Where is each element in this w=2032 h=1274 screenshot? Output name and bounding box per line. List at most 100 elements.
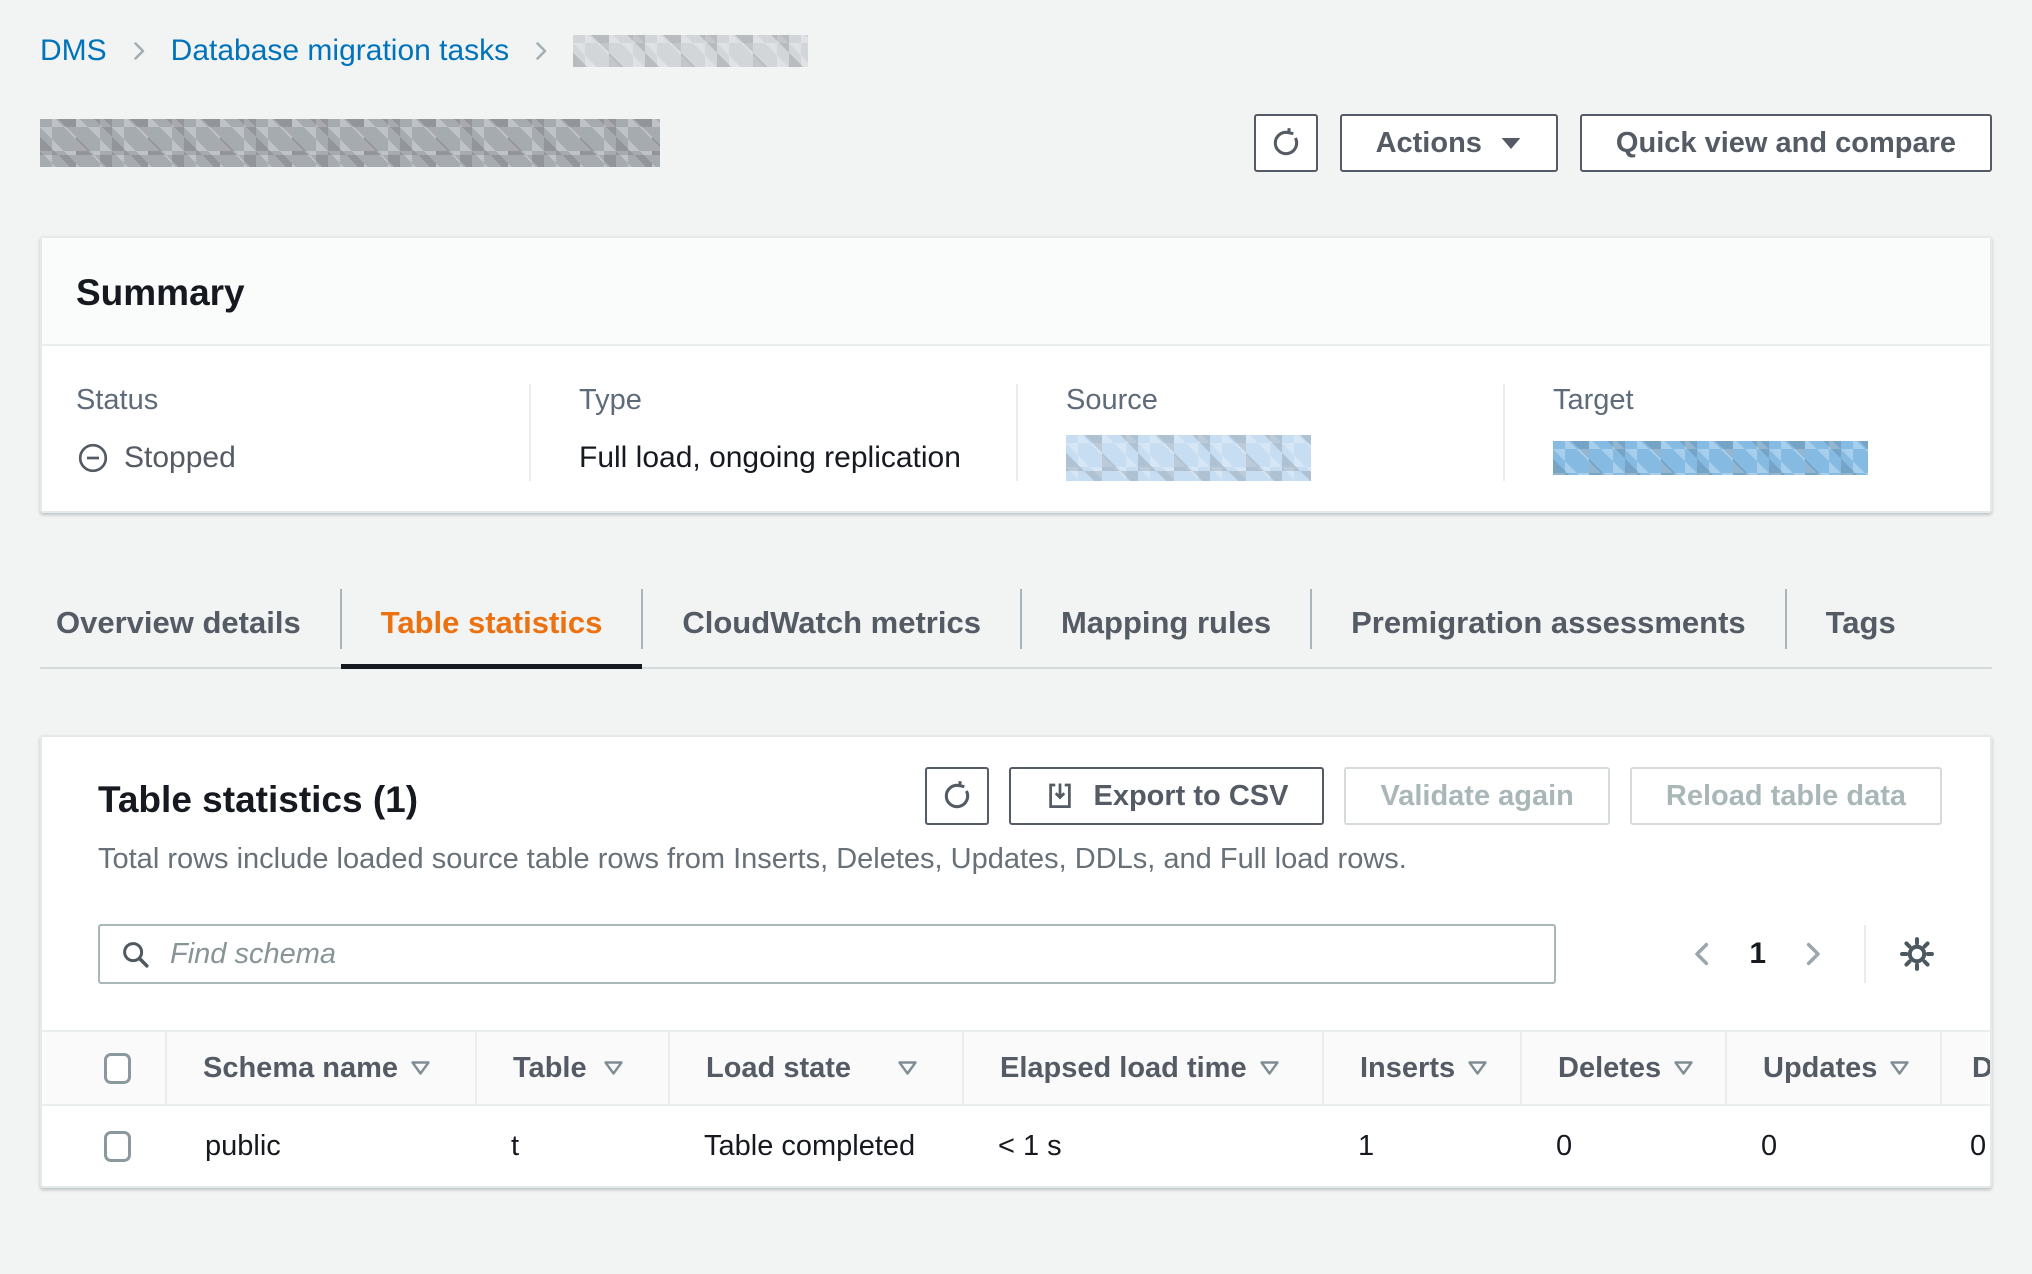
column-label: Updates bbox=[1763, 1052, 1877, 1085]
summary-title: Summary bbox=[76, 272, 1956, 314]
target-field: Target bbox=[1503, 384, 1990, 481]
cell-inserts: 1 bbox=[1322, 1130, 1520, 1163]
refresh-icon bbox=[1270, 127, 1302, 159]
column-label: Table bbox=[513, 1052, 587, 1085]
header-toolbar: Actions Quick view and compare bbox=[1254, 114, 1992, 172]
task-detail-tabs: Overview details Table statistics CloudW… bbox=[40, 585, 1992, 669]
breadcrumb-link-dms[interactable]: DMS bbox=[40, 34, 107, 68]
source-label: Source bbox=[1066, 384, 1479, 417]
sort-icon[interactable] bbox=[410, 1060, 431, 1076]
status-label: Status bbox=[76, 384, 505, 417]
status-value-text: Stopped bbox=[124, 441, 236, 475]
column-header-elapsed-load-time[interactable]: Elapsed load time bbox=[962, 1032, 1322, 1104]
table-statistics-panel: Table statistics (1) Export to CSV bbox=[40, 735, 1992, 1188]
tab-overview-details[interactable]: Overview details bbox=[40, 585, 341, 667]
summary-fields: Status Stopped Type Full load, ongoing r… bbox=[42, 346, 1990, 511]
page-header: Actions Quick view and compare bbox=[40, 114, 1992, 172]
type-value: Full load, ongoing replication bbox=[579, 435, 992, 481]
source-field: Source bbox=[1016, 384, 1503, 481]
type-label: Type bbox=[579, 384, 992, 417]
filter-row: 1 bbox=[42, 924, 1990, 984]
sort-icon[interactable] bbox=[1259, 1060, 1280, 1076]
schema-search-input[interactable] bbox=[168, 937, 1538, 972]
refresh-icon bbox=[941, 780, 973, 812]
reload-table-data-button[interactable]: Reload table data bbox=[1630, 767, 1942, 825]
page-title-redacted bbox=[40, 119, 660, 167]
target-value-redacted[interactable] bbox=[1553, 441, 1868, 475]
row-select-cell bbox=[42, 1131, 165, 1162]
actions-button-label: Actions bbox=[1376, 127, 1482, 160]
column-label: Elapsed load time bbox=[1000, 1052, 1247, 1085]
select-all-checkbox[interactable] bbox=[104, 1053, 131, 1084]
cell-table: t bbox=[475, 1130, 668, 1163]
sort-icon[interactable] bbox=[1889, 1060, 1910, 1076]
sort-icon[interactable] bbox=[897, 1060, 918, 1076]
type-field: Type Full load, ongoing replication bbox=[529, 384, 1016, 481]
tab-mapping-rules[interactable]: Mapping rules bbox=[1021, 585, 1311, 667]
column-header-table[interactable]: Table bbox=[475, 1032, 668, 1104]
breadcrumb-task-name-redacted[interactable] bbox=[573, 35, 808, 67]
column-header-clipped[interactable]: D bbox=[1940, 1032, 1992, 1104]
refresh-table-button[interactable] bbox=[925, 767, 989, 825]
quick-view-compare-label: Quick view and compare bbox=[1616, 127, 1956, 160]
panel-title: Table statistics (1) bbox=[98, 777, 418, 821]
next-page-button[interactable] bbox=[1792, 933, 1834, 975]
sort-icon[interactable] bbox=[603, 1060, 624, 1076]
validate-again-button[interactable]: Validate again bbox=[1344, 767, 1609, 825]
panel-header: Table statistics (1) Export to CSV bbox=[42, 777, 1990, 825]
cell-clipped: 0 bbox=[1940, 1130, 1992, 1163]
breadcrumb: DMS Database migration tasks bbox=[40, 0, 1992, 68]
chevron-right-icon bbox=[1798, 939, 1828, 969]
tab-premigration-assessments[interactable]: Premigration assessments bbox=[1311, 585, 1786, 667]
refresh-button[interactable] bbox=[1254, 114, 1318, 172]
page-number: 1 bbox=[1723, 937, 1792, 971]
tab-cloudwatch-metrics[interactable]: CloudWatch metrics bbox=[642, 585, 1021, 667]
cell-updates: 0 bbox=[1725, 1130, 1940, 1163]
panel-actions: Export to CSV Validate again Reload tabl… bbox=[925, 767, 1942, 825]
schema-search-box bbox=[98, 924, 1556, 984]
preferences-button[interactable] bbox=[1892, 929, 1942, 979]
quick-view-compare-button[interactable]: Quick view and compare bbox=[1580, 114, 1992, 172]
breadcrumb-link-migration-tasks[interactable]: Database migration tasks bbox=[171, 34, 510, 68]
select-all-cell bbox=[42, 1032, 165, 1104]
pagination-divider bbox=[1864, 925, 1866, 983]
source-value bbox=[1066, 435, 1479, 481]
sort-icon[interactable] bbox=[1673, 1060, 1694, 1076]
search-icon bbox=[120, 939, 150, 969]
column-header-schema-name[interactable]: Schema name bbox=[165, 1032, 475, 1104]
download-icon bbox=[1045, 781, 1075, 811]
column-header-inserts[interactable]: Inserts bbox=[1322, 1032, 1520, 1104]
reload-table-data-label: Reload table data bbox=[1666, 780, 1906, 813]
column-header-load-state[interactable]: Load state bbox=[668, 1032, 962, 1104]
stats-table: Schema name Table Load state Elapsed loa… bbox=[42, 1030, 1990, 1186]
table-row: public t Table completed < 1 s 1 0 0 0 bbox=[42, 1106, 1990, 1186]
sort-icon[interactable] bbox=[1467, 1060, 1488, 1076]
status-value: Stopped bbox=[76, 435, 505, 481]
column-header-updates[interactable]: Updates bbox=[1725, 1032, 1940, 1104]
chevron-right-icon bbox=[529, 39, 553, 63]
chevron-left-icon bbox=[1687, 939, 1717, 969]
stopped-icon bbox=[76, 441, 110, 475]
table-header-row: Schema name Table Load state Elapsed loa… bbox=[42, 1030, 1990, 1106]
pagination: 1 bbox=[1681, 925, 1942, 983]
row-checkbox[interactable] bbox=[104, 1131, 131, 1162]
tab-table-statistics[interactable]: Table statistics bbox=[341, 585, 643, 667]
tab-tags[interactable]: Tags bbox=[1786, 585, 1936, 667]
source-value-redacted[interactable] bbox=[1066, 435, 1311, 481]
column-header-deletes[interactable]: Deletes bbox=[1520, 1032, 1725, 1104]
target-value bbox=[1553, 435, 1966, 481]
cell-elapsed-load-time: < 1 s bbox=[962, 1130, 1322, 1163]
column-label: D bbox=[1972, 1052, 1992, 1085]
gear-icon bbox=[1896, 933, 1938, 975]
prev-page-button[interactable] bbox=[1681, 933, 1723, 975]
cell-schema-name: public bbox=[165, 1130, 475, 1163]
export-csv-button[interactable]: Export to CSV bbox=[1009, 767, 1324, 825]
cell-deletes: 0 bbox=[1520, 1130, 1725, 1163]
validate-again-label: Validate again bbox=[1380, 780, 1573, 813]
actions-button[interactable]: Actions bbox=[1340, 114, 1558, 172]
column-label: Load state bbox=[706, 1052, 851, 1085]
column-label: Inserts bbox=[1360, 1052, 1455, 1085]
export-csv-label: Export to CSV bbox=[1093, 780, 1288, 813]
caret-down-icon bbox=[1500, 136, 1522, 151]
column-label: Schema name bbox=[203, 1052, 398, 1085]
